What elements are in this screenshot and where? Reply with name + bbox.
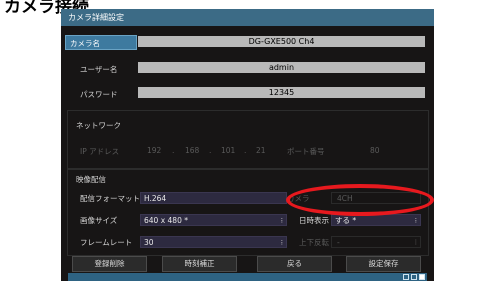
camera-name-label: カメラ名 (70, 39, 100, 48)
port-label: ポート番号 (287, 147, 325, 156)
image-size-select[interactable]: 640 x 480 * ⁝ (140, 214, 287, 226)
ip-separator-1: . (172, 146, 175, 155)
chevron-down-icon: ⁝ (414, 217, 417, 225)
window-icon[interactable] (403, 274, 409, 280)
highlight-circle (286, 184, 434, 216)
port-field[interactable]: 80 (370, 146, 380, 155)
window-icon[interactable] (411, 274, 417, 280)
back-button[interactable]: 戻る (257, 256, 332, 272)
framerate-select[interactable]: 30 ⁝ (140, 236, 287, 248)
ip-separator-2: . (209, 146, 212, 155)
username-field[interactable]: admin (138, 62, 425, 73)
chevron-down-icon: ⁝ (280, 217, 283, 225)
username-label: ユーザー名 (80, 65, 118, 74)
time-correct-button[interactable]: 時刻補正 (162, 256, 237, 272)
video-section-label: 映像配信 (76, 175, 106, 184)
password-field[interactable]: 12345 (138, 87, 425, 98)
ip-address-label: IP アドレス (80, 147, 120, 156)
fullscreen-icon[interactable] (419, 274, 425, 280)
network-section-label: ネットワーク (76, 121, 121, 130)
camera-name-field[interactable]: DG-GXE500 Ch4 (138, 36, 425, 47)
ip-octet-4[interactable]: 21 (256, 146, 266, 155)
framerate-value: 30 (144, 238, 154, 247)
save-settings-button[interactable]: 設定保存 (346, 256, 421, 272)
image-size-value: 640 x 480 * (144, 216, 188, 225)
datetime-value: する * (335, 216, 357, 225)
camera-settings-screen: カメラ詳細設定 カメラ名 DG-GXE500 Ch4 ユーザー名 admin パ… (61, 9, 434, 281)
format-select[interactable]: H.264 (140, 192, 287, 204)
flip-value: - (337, 238, 340, 247)
delete-registration-button[interactable]: 登録削除 (72, 256, 147, 272)
status-bar (68, 273, 427, 281)
ip-octet-3[interactable]: 101 (221, 146, 235, 155)
chevron-down-icon: ⁝ (414, 238, 417, 247)
format-label: 配信フォーマット (80, 194, 140, 203)
image-size-label: 画像サイズ (80, 216, 118, 225)
ip-separator-3: . (244, 146, 247, 155)
ip-octet-1[interactable]: 192 (147, 146, 161, 155)
chevron-down-icon: ⁝ (280, 239, 283, 247)
datetime-select[interactable]: する * ⁝ (331, 214, 421, 226)
framerate-label: フレームレート (80, 238, 133, 247)
flip-label: 上下反転 (299, 238, 329, 247)
network-section (67, 110, 429, 169)
password-label: パスワード (80, 90, 118, 99)
camera-name-label-box: カメラ名 (65, 35, 137, 50)
format-value: H.264 (144, 194, 167, 203)
flip-select[interactable]: - ⁝ (331, 236, 421, 248)
window-title: カメラ詳細設定 (68, 13, 124, 22)
title-bar: カメラ詳細設定 (61, 9, 434, 26)
ip-octet-2[interactable]: 168 (185, 146, 199, 155)
datetime-label: 日時表示 (299, 216, 329, 225)
